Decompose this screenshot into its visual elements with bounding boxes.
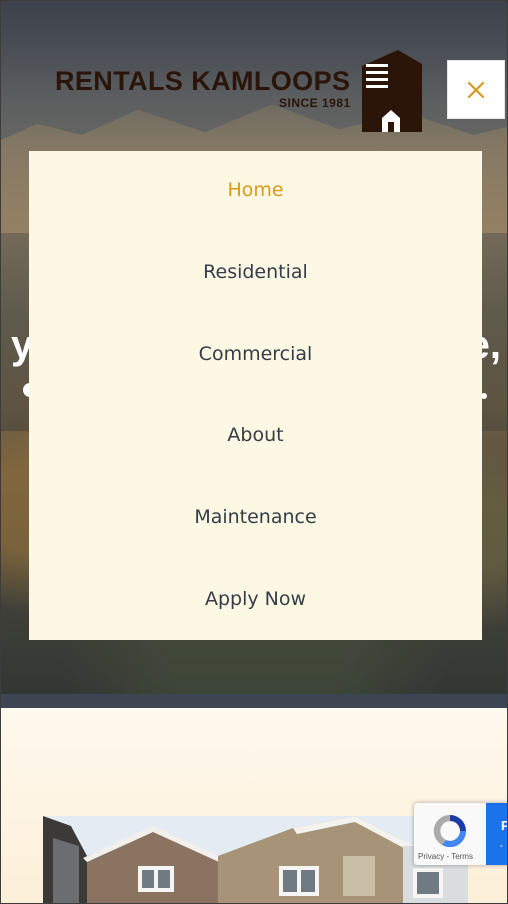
nav-item-home[interactable]: Home (29, 170, 482, 210)
mobile-nav-menu: Home Residential Commercial About Mainte… (29, 151, 482, 640)
logo-wordmark: RENTALS KAMLOOPS (55, 66, 351, 96)
page: y e, RENTALS KAMLOOPS SINCE 1981 Home Re… (0, 0, 508, 904)
recaptcha-dash: - (500, 841, 503, 850)
recaptcha-badge[interactable]: Privacy - Terms P - (414, 803, 507, 865)
nav-item-about[interactable]: About (29, 415, 482, 455)
recaptcha-badge-text: P (501, 818, 507, 833)
nav-item-commercial[interactable]: Commercial (29, 334, 482, 374)
hero-bottom-strip (1, 694, 507, 708)
recaptcha-logo-icon (433, 814, 467, 848)
building-logo-icon (362, 50, 422, 132)
close-icon (467, 81, 485, 98)
recaptcha-links[interactable]: Privacy - Terms (418, 852, 473, 861)
close-menu-button[interactable] (447, 60, 505, 119)
nav-item-apply-now[interactable]: Apply Now (29, 579, 482, 619)
logo-since: SINCE 1981 (279, 96, 351, 110)
site-logo[interactable]: RENTALS KAMLOOPS SINCE 1981 (55, 50, 422, 132)
nav-item-residential[interactable]: Residential (29, 252, 482, 292)
recaptcha-panel: P - (486, 803, 507, 865)
house-illustration (43, 816, 468, 903)
house-image (43, 816, 468, 903)
nav-item-maintenance[interactable]: Maintenance (29, 497, 482, 537)
